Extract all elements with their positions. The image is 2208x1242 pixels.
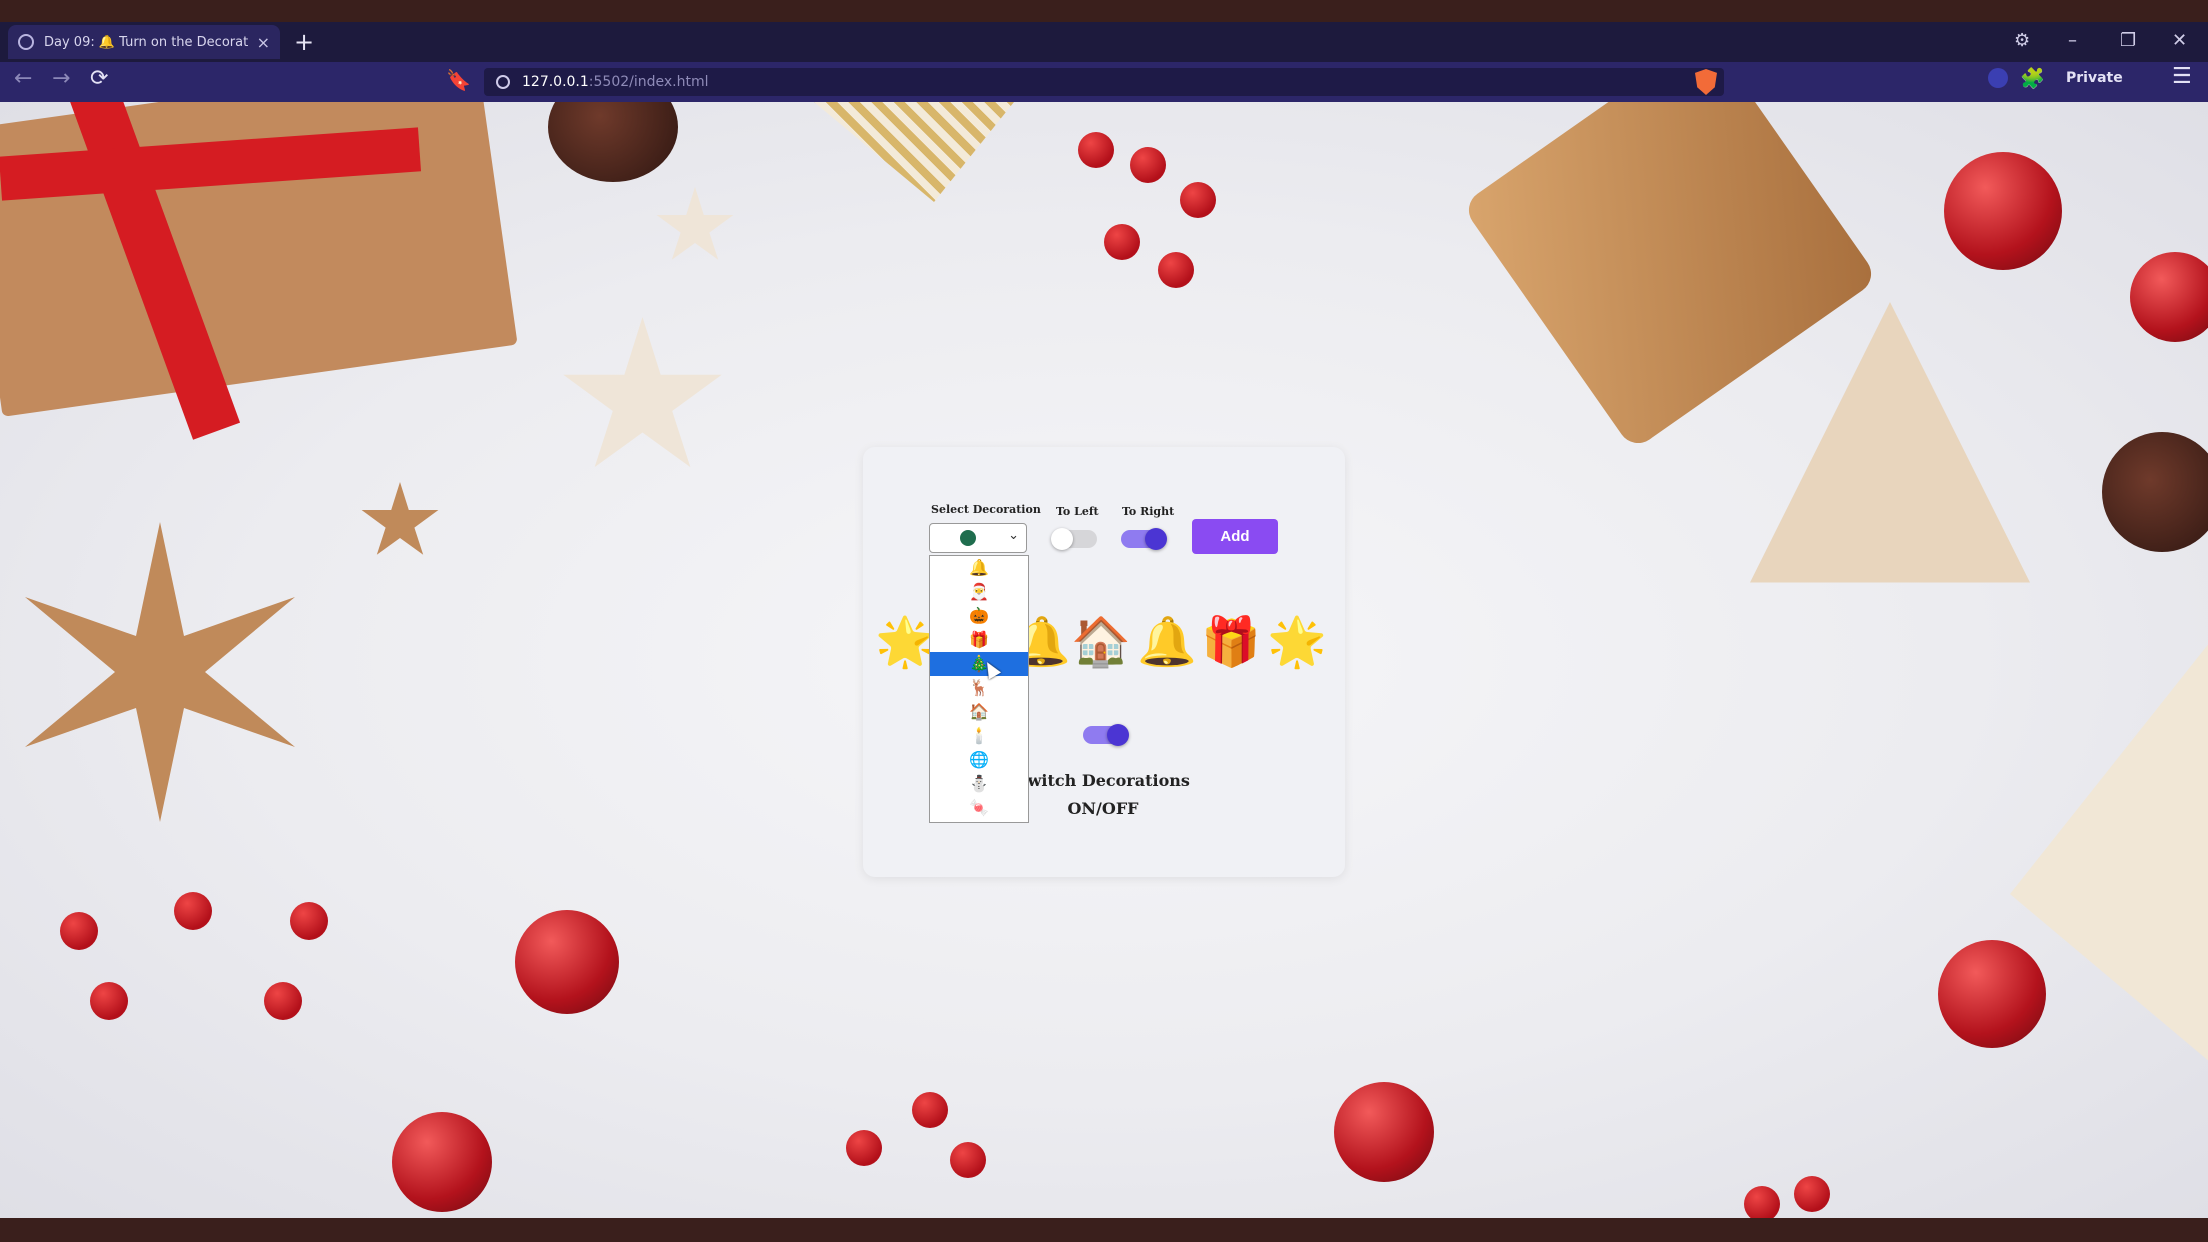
berry-image (290, 902, 328, 940)
to-right-label: To Right (1122, 505, 1175, 518)
berry-image (846, 1130, 882, 1166)
chevron-down-icon: ⌄ (1008, 528, 1019, 543)
back-icon[interactable]: ← (14, 66, 32, 91)
berry-image (1078, 132, 1114, 168)
decoration-select[interactable]: ⌄ (929, 523, 1027, 553)
reload-icon[interactable]: ⟳ (90, 66, 108, 91)
berry-image (1744, 1186, 1780, 1218)
pine-cone-image (2102, 432, 2208, 552)
dropdown-option-selected[interactable]: 🎄 (930, 652, 1028, 676)
frame-border (0, 1218, 2208, 1242)
ornament-ball-image (515, 910, 619, 1014)
profile-icon[interactable]: ⚙ (2014, 30, 2030, 51)
berry-image (1104, 224, 1140, 260)
paper-roll-image (1461, 102, 1879, 451)
toggle-knob (1107, 724, 1129, 746)
small-star-image (656, 187, 734, 260)
ornament-ball-image (392, 1112, 492, 1212)
tiny-star-image (361, 482, 439, 555)
url-field[interactable]: 127.0.0.1 :5502/index.html (484, 68, 1724, 96)
berry-image (90, 982, 128, 1020)
decoration-item: 🔔 (1137, 614, 1197, 670)
tab-close-icon[interactable]: × (257, 33, 270, 52)
to-right-toggle[interactable] (1121, 528, 1167, 550)
tab-active[interactable]: Day 09: 🔔 Turn on the Decorati… × (8, 25, 280, 59)
wallet-icon[interactable] (1988, 68, 2008, 88)
decoration-dropdown-list[interactable]: 🔔 🎅 🎃 🎁 🎄 🦌 🏠 🕯️ 🌐 ⛄ 🍬 (929, 555, 1029, 823)
ornament-ball-image (1938, 940, 2046, 1048)
berry-image (1180, 182, 1216, 218)
new-tab-button[interactable]: + (294, 28, 314, 56)
to-left-label: To Left (1056, 505, 1099, 518)
berry-image (912, 1092, 948, 1128)
url-path: :5502/index.html (588, 74, 709, 90)
berry-image (264, 982, 302, 1020)
add-button[interactable]: Add (1192, 519, 1278, 554)
menu-icon[interactable]: ☰ (2172, 64, 2192, 89)
dropdown-option[interactable]: ⛄ (930, 772, 1028, 796)
berry-image (950, 1142, 986, 1178)
dropdown-option[interactable]: 🏠 (930, 700, 1028, 724)
dropdown-option[interactable]: 🔔 (930, 556, 1028, 580)
dropdown-option[interactable]: 🎅 (930, 580, 1028, 604)
tab-favicon-icon (18, 34, 34, 50)
extensions-icon[interactable]: 🧩 (2020, 66, 2045, 90)
dropdown-option[interactable]: 🎁 (930, 628, 1028, 652)
close-window-button[interactable]: ✕ (2172, 30, 2187, 51)
maximize-button[interactable]: ❐ (2120, 30, 2136, 51)
berry-image (60, 912, 98, 950)
selected-decoration-icon (960, 530, 976, 546)
berry-image (1130, 147, 1166, 183)
tab-bar: Day 09: 🔔 Turn on the Decorati… × + (0, 22, 2208, 62)
tab-title: Day 09: 🔔 Turn on the Decorati… (44, 34, 249, 50)
select-decoration-label: Select Decoration (931, 503, 1041, 516)
to-left-toggle[interactable] (1051, 528, 1097, 550)
berry-image (1794, 1176, 1830, 1212)
decoration-item: 🏠 (1071, 614, 1131, 670)
private-badge[interactable]: Private (2066, 70, 2123, 86)
dropdown-option[interactable]: 🍬 (930, 796, 1028, 820)
decoration-item: 🎁 (1201, 614, 1261, 670)
dropdown-option[interactable]: 🌐 (930, 748, 1028, 772)
wood-tree-ornament-image (1750, 302, 2030, 583)
pine-cone-image (548, 102, 678, 182)
ornament-ball-image (1944, 152, 2062, 270)
wood-star-image (563, 317, 722, 468)
site-info-icon[interactable] (496, 75, 510, 89)
minimize-button[interactable]: – (2068, 30, 2077, 51)
dropdown-option[interactable]: 🦌 (930, 676, 1028, 700)
ornament-ball-image (1334, 1082, 1434, 1182)
forward-icon[interactable]: → (52, 66, 70, 91)
toggle-knob (1051, 528, 1073, 550)
ornament-ball-image (2130, 252, 2208, 342)
decoration-item: 🌟 (875, 614, 935, 670)
dropdown-option[interactable]: 🎃 (930, 604, 1028, 628)
berry-image (174, 892, 212, 930)
gold-star-image (790, 102, 1030, 202)
dropdown-option[interactable]: 🕯️ (930, 724, 1028, 748)
decoration-item: 🌟 (1267, 614, 1327, 670)
bookmark-icon[interactable]: 🔖 (446, 68, 471, 92)
berry-image (1158, 252, 1194, 288)
toggle-knob (1145, 528, 1167, 550)
switch-decorations-toggle[interactable] (1083, 724, 1129, 746)
url-host: 127.0.0.1 (522, 74, 589, 90)
wood-snowflake-image (25, 522, 295, 822)
